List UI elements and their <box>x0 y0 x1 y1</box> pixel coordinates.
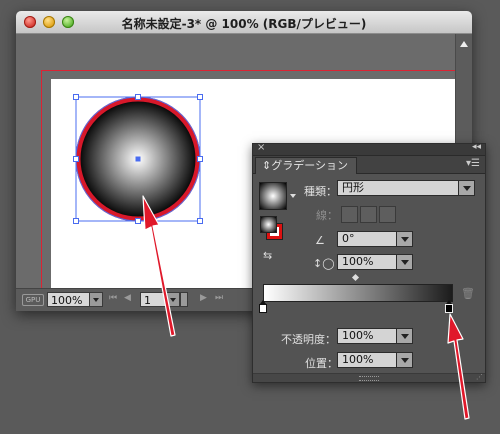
next-artboard-icon[interactable]: ▶ <box>200 293 207 303</box>
artboard-dropdown-arrow-icon[interactable] <box>166 292 180 307</box>
window-title: 名称未設定-3* @ 100% (RGB/プレビュー) <box>121 17 367 31</box>
stroke-across-icon[interactable] <box>379 206 396 223</box>
panel-menu-icon[interactable]: ▾☰ <box>466 158 480 169</box>
close-panel-icon[interactable]: × <box>257 142 265 153</box>
tab-gradient[interactable]: ⇕グラデーション <box>255 157 357 174</box>
aspect-dropdown-arrow-icon[interactable] <box>396 255 412 269</box>
panel-footer: ⋰ <box>253 373 485 382</box>
scroll-up-arrow-icon[interactable] <box>460 41 468 47</box>
fill-swatch[interactable] <box>260 216 277 233</box>
gpu-preview-icon[interactable]: GPU <box>22 294 44 306</box>
artboard-number-field[interactable]: 1 <box>140 292 168 307</box>
location-dropdown-arrow-icon[interactable] <box>396 353 412 367</box>
gradient-stop-white[interactable] <box>259 300 267 313</box>
aspect-ratio-field[interactable]: 100% <box>337 254 413 270</box>
opacity-label: 不透明度： <box>281 333 336 346</box>
opacity-field[interactable]: 100% <box>337 328 413 344</box>
stroke-within-icon[interactable] <box>341 206 358 223</box>
type-label: 種類： <box>304 185 337 198</box>
angle-dropdown-arrow-icon[interactable] <box>396 232 412 246</box>
collapse-panel-icon[interactable]: ◂◂ <box>472 142 481 152</box>
last-artboard-icon[interactable]: ⏭ <box>215 293 223 303</box>
first-artboard-icon[interactable]: ⏮ <box>109 293 117 303</box>
opacity-dropdown-arrow-icon[interactable] <box>396 329 412 343</box>
gradient-midpoint-diamond-icon[interactable] <box>351 273 360 282</box>
gradient-stop-black[interactable] <box>445 300 453 313</box>
zoom-field[interactable]: 100% <box>47 292 93 307</box>
title-bar[interactable]: 名称未設定-3* @ 100% (RGB/プレビュー) <box>16 11 472 34</box>
gradient-thumbnail[interactable] <box>259 182 287 210</box>
delete-stop-trash-icon[interactable]: 🗑 <box>461 287 475 300</box>
type-dropdown[interactable]: 円形 <box>337 180 475 196</box>
type-dropdown-arrow-icon[interactable] <box>458 181 474 195</box>
gradient-slider-bar[interactable] <box>263 284 453 302</box>
reverse-gradient-icon[interactable]: ⇆ <box>263 249 272 262</box>
gradient-preset-arrow-icon[interactable] <box>290 194 296 198</box>
location-field[interactable]: 100% <box>337 352 413 368</box>
previous-artboard-icon[interactable]: ◀ <box>124 293 131 303</box>
location-label: 位置： <box>305 357 338 370</box>
gradient-panel: × ◂◂ ⇕グラデーション ▾☰ 種類： 円形 線： ⇆ ∠ 0° ↕◯ 100… <box>252 142 486 383</box>
tab-toggle-icon: ⇕ <box>262 159 272 172</box>
panel-tab-bar: ⇕グラデーション ▾☰ <box>253 156 485 174</box>
angle-field[interactable]: 0° <box>337 231 413 247</box>
panel-resize-icon[interactable]: ⋰ <box>476 373 483 381</box>
artboard-spacer <box>180 292 188 307</box>
stroke-label: 線： <box>316 209 338 222</box>
stroke-along-icon[interactable] <box>360 206 377 223</box>
zoom-dropdown-arrow-icon[interactable] <box>89 292 103 307</box>
panel-header[interactable]: × ◂◂ <box>253 142 485 156</box>
aspect-ratio-icon: ↕◯ <box>313 257 335 270</box>
angle-icon: ∠ <box>315 234 325 247</box>
panel-grip-icon[interactable] <box>359 376 379 381</box>
